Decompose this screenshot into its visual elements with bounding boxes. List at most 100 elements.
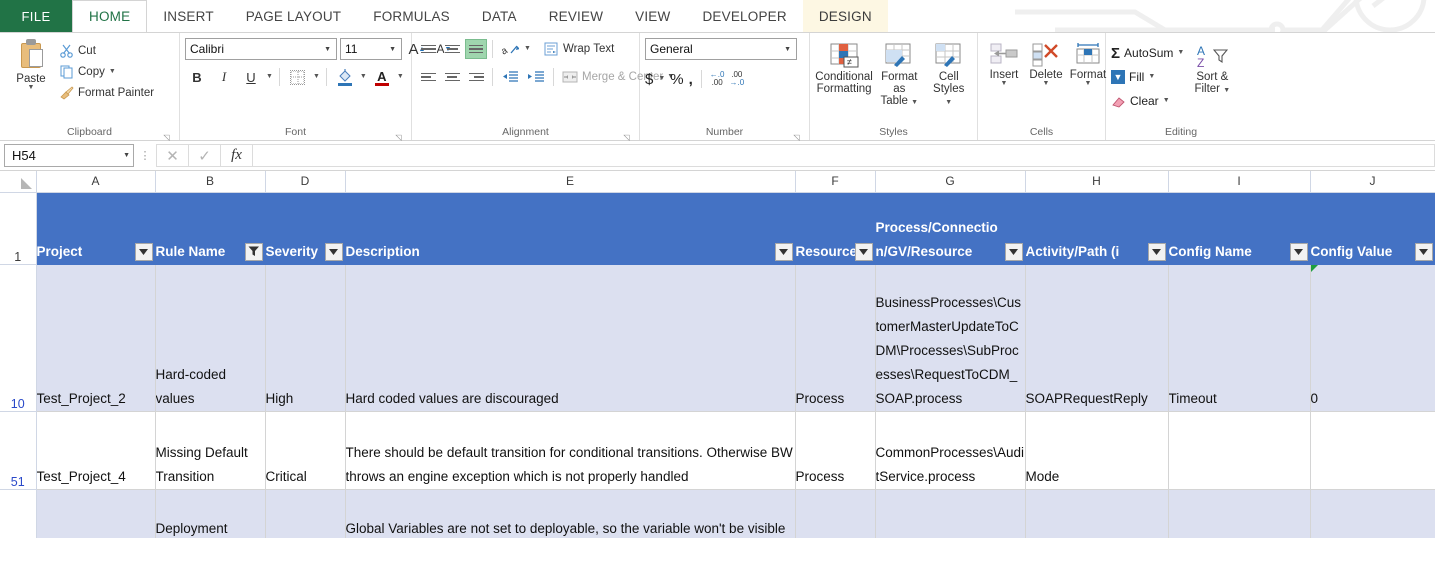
copy-button[interactable]: Copy ▼ (57, 61, 157, 82)
filter-dropdown-activity-path[interactable] (1147, 242, 1166, 261)
cell-process-path[interactable]: BusinessProcesses\CustomerMasterUpdateTo… (875, 264, 1026, 412)
increase-indent-button[interactable] (524, 66, 548, 88)
sort-filter-button[interactable]: A Z Sort & Filter ▼ (1184, 41, 1240, 97)
cell-severity[interactable]: High (265, 264, 346, 412)
cell-config-value[interactable] (1310, 411, 1435, 490)
name-box[interactable]: H54 ▼ (4, 144, 134, 167)
currency-button[interactable]: $ (645, 71, 653, 88)
tab-formulas[interactable]: FORMULAS (357, 0, 466, 32)
underline-button[interactable]: U (239, 66, 263, 88)
tab-developer[interactable]: DEVELOPER (686, 0, 802, 32)
cell-config-value[interactable]: #!sGizfKFuQQHn (1310, 489, 1435, 538)
clear-dropdown-caret[interactable]: ▼ (1163, 97, 1170, 104)
header-cell-project[interactable]: Project (36, 192, 156, 265)
formula-bar-grip[interactable]: ⋮ (134, 149, 156, 162)
column-header-i[interactable]: I (1168, 171, 1311, 193)
fill-color-button[interactable] (333, 66, 357, 88)
fill-dropdown-caret[interactable]: ▼ (1148, 73, 1155, 80)
cell-rule-name[interactable]: Hard-coded values (155, 264, 266, 412)
cut-button[interactable]: Cut (57, 40, 157, 61)
copy-dropdown-caret[interactable]: ▼ (109, 68, 116, 75)
cell-activity-path[interactable] (1025, 489, 1169, 538)
align-bottom-button[interactable] (465, 39, 487, 59)
format-cells-button[interactable]: Format ▼ (1067, 41, 1109, 89)
align-center-button[interactable] (441, 67, 463, 87)
format-dropdown-caret[interactable]: ▼ (1085, 80, 1092, 87)
underline-dropdown-caret[interactable]: ▼ (266, 73, 273, 80)
filter-applied-rule-name[interactable] (244, 242, 263, 261)
row-header-54[interactable]: 54 (0, 489, 37, 538)
column-header-h[interactable]: H (1025, 171, 1169, 193)
filter-dropdown-severity[interactable] (324, 242, 343, 261)
align-right-button[interactable] (465, 67, 487, 87)
tab-page-layout[interactable]: PAGE LAYOUT (230, 0, 357, 32)
bold-button[interactable]: B (185, 66, 209, 88)
borders-dropdown-caret[interactable]: ▼ (313, 73, 320, 80)
cell-project[interactable]: Test_Project_4 (36, 489, 156, 538)
fill-color-dropdown-caret[interactable]: ▼ (360, 73, 367, 80)
clear-button[interactable]: Clear ▼ (1111, 89, 1184, 113)
font-name-combo[interactable]: Calibri ▼ (185, 38, 337, 60)
align-middle-button[interactable] (441, 39, 463, 59)
row-header-51[interactable]: 51 (0, 411, 37, 490)
format-as-table-button[interactable]: Format as Table ▼ (873, 41, 925, 109)
filter-dropdown-process-path[interactable] (1004, 242, 1023, 261)
insert-cells-button[interactable]: Insert ▼ (983, 41, 1025, 89)
cell-rule-name[interactable]: Missing Default Transition (155, 411, 266, 490)
header-cell-activity-path[interactable]: Activity/Path (i (1025, 192, 1169, 265)
column-header-a[interactable]: A (36, 171, 156, 193)
header-cell-config-value[interactable]: Config Value (1310, 192, 1435, 265)
font-dialog-launcher[interactable] (394, 130, 403, 139)
font-color-button[interactable]: A (370, 66, 394, 88)
wrap-text-button[interactable]: Wrap Text (541, 39, 617, 60)
cell-config-name[interactable] (1168, 411, 1311, 490)
orientation-button[interactable]: a (498, 38, 522, 60)
cell-project[interactable]: Test_Project_2 (36, 264, 156, 412)
cell-project[interactable]: Test_Project_4 (36, 411, 156, 490)
column-header-g[interactable]: G (875, 171, 1026, 193)
conditional-formatting-button[interactable]: ≠ Conditional Formatting (815, 41, 873, 97)
format-painter-button[interactable]: Format Painter (57, 82, 157, 103)
alignment-dialog-launcher[interactable] (622, 130, 631, 139)
percent-button[interactable]: % (670, 71, 683, 88)
header-cell-resource[interactable]: Resource (795, 192, 876, 265)
paste-dropdown-caret[interactable]: ▼ (28, 84, 35, 91)
select-all-corner[interactable] (0, 171, 37, 193)
filter-dropdown-resource[interactable] (854, 242, 873, 261)
cell-severity[interactable]: High (265, 489, 346, 538)
font-color-dropdown-caret[interactable]: ▼ (397, 73, 404, 80)
row-header-10[interactable]: 10 (0, 264, 37, 412)
cell-config-name[interactable]: Timeout (1168, 264, 1311, 412)
orientation-dropdown-caret[interactable]: ▼ (524, 45, 531, 52)
tab-review[interactable]: REVIEW (533, 0, 619, 32)
increase-decimal-button[interactable]: ←.0.00 (710, 71, 725, 87)
filter-dropdown-config-value[interactable] (1414, 242, 1433, 261)
row-header-1[interactable]: 1 (0, 192, 37, 265)
insert-function-button[interactable]: fx (220, 144, 252, 167)
column-header-e[interactable]: E (345, 171, 796, 193)
delete-cells-button[interactable]: Delete ▼ (1025, 41, 1067, 89)
cell-config-value[interactable]: 0 (1310, 264, 1435, 412)
column-header-b[interactable]: B (155, 171, 266, 193)
autosum-button[interactable]: Σ AutoSum ▼ (1111, 41, 1184, 65)
cell-description[interactable]: Hard coded values are discouraged (345, 264, 796, 412)
cell-description[interactable]: There should be default transition for c… (345, 411, 796, 490)
number-dialog-launcher[interactable] (792, 130, 801, 139)
header-cell-severity[interactable]: Severity (265, 192, 346, 265)
tab-file[interactable]: FILE (0, 0, 72, 32)
header-cell-config-name[interactable]: Config Name (1168, 192, 1311, 265)
enter-formula-button[interactable]: ✓ (188, 144, 220, 167)
tab-home[interactable]: HOME (72, 0, 148, 32)
cell-resource[interactable]: Process (795, 264, 876, 412)
clipboard-dialog-launcher[interactable] (162, 130, 171, 139)
paste-button[interactable]: Paste ▼ (5, 37, 57, 93)
number-format-combo[interactable]: General ▼ (645, 38, 797, 60)
cell-process-path[interactable]: CommonProcesses\AuditService.process (875, 411, 1026, 490)
cell-rule-name[interactable]: Deployment Settable GVs (155, 489, 266, 538)
tab-view[interactable]: VIEW (619, 0, 686, 32)
header-cell-rule-name[interactable]: Rule Name (155, 192, 266, 265)
decrease-decimal-button[interactable]: .00 →.0 (729, 71, 744, 87)
header-cell-process-path[interactable]: Process/Connection/GV/Resource (875, 192, 1026, 265)
comma-style-button[interactable]: , (689, 71, 693, 88)
column-header-f[interactable]: F (795, 171, 876, 193)
